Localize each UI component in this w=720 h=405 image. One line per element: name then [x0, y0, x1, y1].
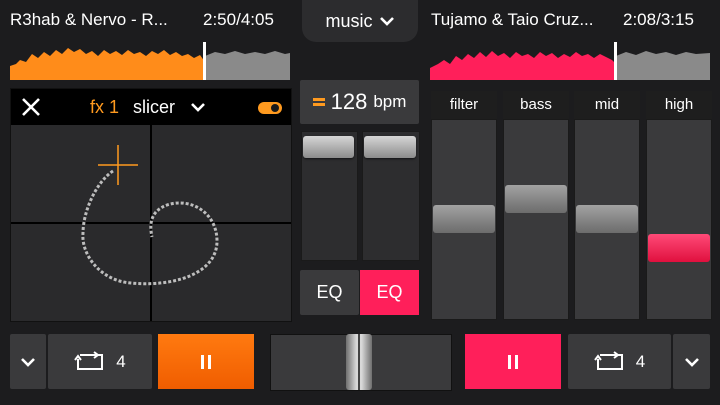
eq-high-column[interactable]: high	[646, 91, 712, 320]
chevron-down-icon	[684, 356, 700, 368]
left-pause-button[interactable]	[158, 334, 254, 389]
crossfader-thumb[interactable]	[346, 334, 372, 390]
eq-mid-column[interactable]: mid	[574, 91, 640, 320]
left-time-elapsed: 2:50	[203, 10, 237, 29]
right-time-total: 3:15	[660, 10, 694, 29]
fx-xy-pad[interactable]	[11, 125, 291, 321]
right-track-title[interactable]: Tujamo & Taio Cruz...	[431, 10, 594, 30]
eq-filter-thumb[interactable]	[433, 205, 495, 233]
right-waveform[interactable]	[430, 42, 710, 80]
left-waveform[interactable]	[10, 42, 290, 80]
music-dropdown[interactable]: music	[302, 0, 418, 42]
music-label: music	[325, 10, 373, 31]
bpm-unit: bpm	[373, 92, 407, 111]
toggle-icon[interactable]	[258, 101, 282, 115]
right-pitch-fader-thumb[interactable]	[364, 136, 416, 158]
left-eq-label: EQ	[316, 282, 343, 302]
eq-high-track[interactable]	[646, 119, 712, 320]
eq-bass-track[interactable]	[503, 119, 569, 320]
chevron-down-icon	[20, 356, 36, 368]
pause-icon	[507, 354, 519, 370]
left-deck-menu-button[interactable]	[10, 334, 46, 389]
fx-panel: fx 1 slicer	[10, 88, 292, 322]
eq-high-thumb[interactable]	[648, 234, 710, 262]
eq-filter-label: filter	[431, 91, 497, 119]
left-time-total: 4:05	[240, 10, 274, 29]
eq-mid-label: mid	[574, 91, 640, 119]
eq-mid-thumb[interactable]	[576, 205, 638, 233]
right-loop-count: 4	[635, 351, 646, 371]
loop-icon	[74, 350, 106, 373]
left-loop-count: 4	[116, 351, 126, 371]
eq-bass-column[interactable]: bass	[503, 91, 569, 320]
fx-header: fx 1 slicer	[11, 89, 291, 125]
eq-filter-column[interactable]: filter	[431, 91, 497, 320]
fx-effect-name[interactable]: slicer	[133, 97, 175, 118]
tempo-icon	[312, 97, 325, 107]
chevron-down-icon	[379, 15, 395, 27]
right-track-time: 2:08/3:15	[623, 10, 694, 30]
fx-slot-label: fx 1	[90, 97, 120, 117]
left-track-title[interactable]: R3hab & Nervo - R...	[10, 10, 168, 30]
eq-bass-thumb[interactable]	[505, 185, 567, 213]
right-eq-label: EQ	[376, 282, 403, 302]
right-time-elapsed: 2:08	[623, 10, 657, 29]
pause-icon	[200, 354, 212, 370]
left-loop-button[interactable]: 4	[48, 334, 152, 389]
left-eq-button[interactable]: EQ	[300, 270, 359, 315]
right-pause-button[interactable]	[465, 334, 561, 389]
close-icon[interactable]	[21, 97, 41, 117]
loop-icon	[593, 350, 626, 373]
eq-bass-label: bass	[503, 91, 569, 119]
right-eq-button[interactable]: EQ	[360, 270, 419, 315]
bpm-display[interactable]: 128 bpm	[300, 80, 419, 124]
right-loop-button[interactable]: 4	[568, 334, 671, 389]
eq-high-label: high	[646, 91, 712, 119]
chevron-down-icon[interactable]	[190, 101, 206, 113]
left-track-time: 2:50/4:05	[203, 10, 274, 30]
bpm-value: 128	[330, 89, 368, 114]
left-pitch-fader-thumb[interactable]	[303, 136, 354, 158]
right-deck-menu-button[interactable]	[673, 334, 710, 389]
